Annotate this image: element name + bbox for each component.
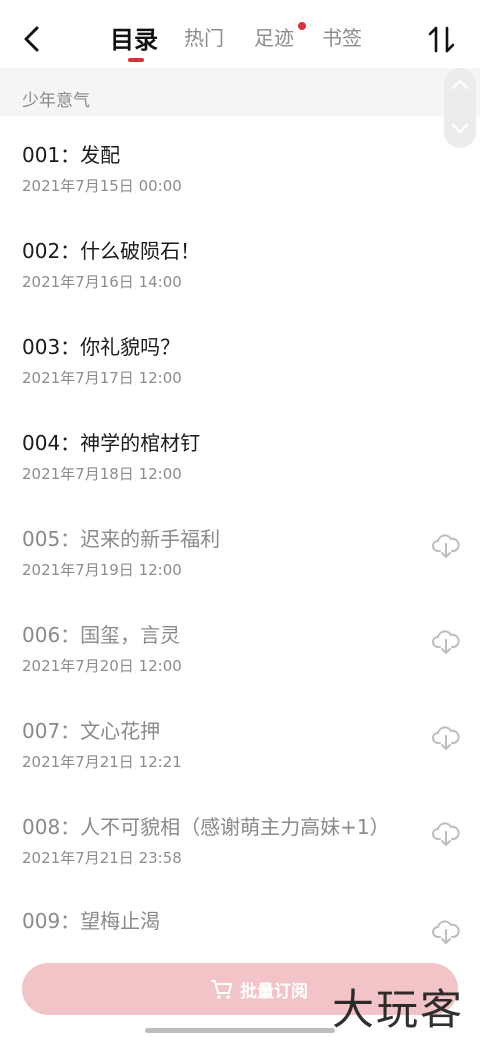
scroll-control[interactable]	[444, 68, 476, 148]
scroll-down-icon[interactable]	[451, 123, 469, 135]
chapter-item[interactable]: 003：你礼貌吗？ 2021年7月17日 12:00	[0, 331, 480, 427]
chapter-date: 2021年7月15日 00:00	[22, 177, 182, 195]
watermark-logo: 大玩客	[332, 985, 465, 1034]
chapter-title: 006：国玺，言灵	[22, 623, 181, 647]
chapter-date: 2021年7月17日 12:00	[22, 369, 182, 387]
tab-catalog[interactable]: 目录	[110, 20, 158, 62]
notification-dot	[298, 22, 306, 30]
chapter-item[interactable]: 004：神学的棺材钉 2021年7月18日 12:00	[0, 427, 480, 523]
chapter-title: 004：神学的棺材钉	[22, 431, 201, 455]
chapter-item-locked[interactable]: 006：国玺，言灵 2021年7月20日 12:00	[0, 619, 480, 715]
chapter-date: 2021年7月20日 12:00	[22, 657, 182, 675]
cloud-download-icon[interactable]	[432, 821, 460, 847]
active-tab-indicator	[128, 58, 144, 62]
sort-icon[interactable]	[426, 24, 458, 54]
top-bar: 目录 热门 足迹 书签	[0, 0, 480, 68]
volume-title: 少年意气	[22, 91, 90, 111]
chapter-title: 003：你礼貌吗？	[22, 335, 181, 359]
cart-icon	[211, 980, 232, 999]
chapter-title: 009：望梅止渴	[22, 909, 161, 933]
tab-history-label: 足迹	[254, 26, 294, 50]
back-chevron-icon[interactable]	[18, 24, 46, 54]
chapter-date: 2021年7月21日 12:21	[22, 753, 182, 771]
chapter-title: 008：人不可貌相（感谢萌主力高妹+1）	[22, 815, 390, 839]
cloud-download-icon[interactable]	[432, 629, 460, 655]
scroll-up-icon[interactable]	[451, 78, 469, 90]
chapter-item-locked[interactable]: 008：人不可貌相（感谢萌主力高妹+1） 2021年7月21日 23:58	[0, 811, 480, 907]
tab-hot-label: 热门	[184, 26, 224, 50]
cloud-download-icon[interactable]	[432, 725, 460, 751]
chapter-title: 002：什么破陨石！	[22, 239, 201, 263]
tab-catalog-label: 目录	[110, 26, 158, 54]
cloud-download-icon[interactable]	[432, 533, 460, 559]
chapter-date: 2021年7月18日 12:00	[22, 465, 182, 483]
tab-bookmarks-label: 书签	[322, 26, 362, 50]
home-indicator[interactable]	[145, 1028, 335, 1033]
cloud-download-icon[interactable]	[432, 919, 460, 945]
chapter-item[interactable]: 001：发配 2021年7月15日 00:00	[0, 139, 480, 235]
chapter-date: 2021年7月19日 12:00	[22, 561, 182, 579]
tab-hot[interactable]: 热门	[184, 22, 224, 51]
chapter-date: 2021年7月21日 23:58	[22, 849, 182, 867]
tab-bookmarks[interactable]: 书签	[322, 22, 362, 51]
batch-subscribe-label: 批量订阅	[240, 982, 308, 1002]
tab-history[interactable]: 足迹	[254, 22, 306, 51]
chapter-title: 001：发配	[22, 143, 121, 167]
chapter-title: 005：迟来的新手福利	[22, 527, 221, 551]
chapter-item-locked[interactable]: 005：迟来的新手福利 2021年7月19日 12:00	[0, 523, 480, 619]
chapter-title: 007：文心花押	[22, 719, 161, 743]
chapter-date: 2021年7月16日 14:00	[22, 273, 182, 291]
chapter-item-locked[interactable]: 007：文心花押 2021年7月21日 12:21	[0, 715, 480, 811]
chapter-item[interactable]: 002：什么破陨石！ 2021年7月16日 14:00	[0, 235, 480, 331]
